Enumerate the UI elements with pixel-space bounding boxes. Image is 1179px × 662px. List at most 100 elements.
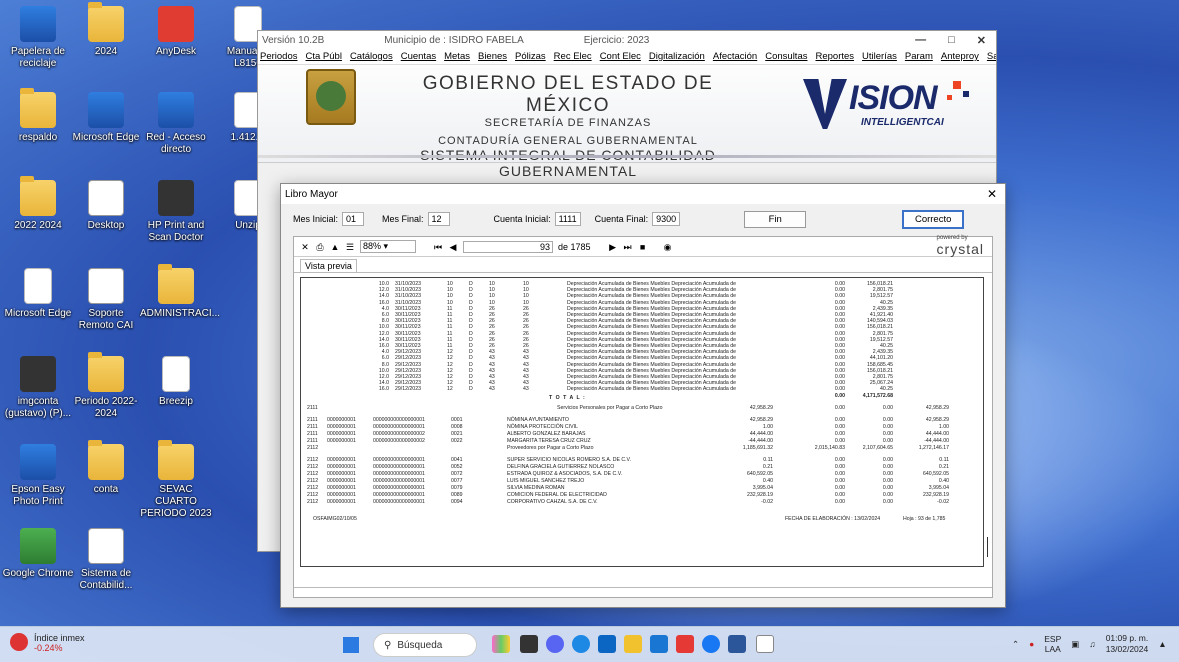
close-report-icon[interactable]: ✕: [300, 242, 310, 252]
desktop-icon[interactable]: respaldo: [2, 88, 74, 144]
desktop-icon[interactable]: HP Print and Scan Doctor: [140, 180, 212, 244]
first-page-icon[interactable]: ⏮: [433, 242, 443, 252]
viewer-status: [294, 587, 992, 597]
menu-item[interactable]: Rec Elec: [554, 51, 592, 62]
report-cell: 1.00: [762, 423, 773, 430]
file-explorer-icon[interactable]: [624, 635, 642, 653]
report-cell: 0.00: [834, 470, 845, 477]
report-cell: Depreciación Acumulada de Bienes Muebles…: [567, 374, 736, 380]
menu-item[interactable]: Digitalización: [649, 51, 705, 62]
app-titlebar: Versión 10.2B Municipio de : ISIDRO FABE…: [258, 31, 996, 49]
chat-icon[interactable]: [546, 635, 564, 653]
menu-item[interactable]: Catálogos: [350, 51, 393, 62]
menu-item[interactable]: Periodos: [260, 51, 298, 62]
report-cell: 2,107,604.65: [862, 444, 893, 451]
menu-item[interactable]: Cta Públ: [306, 51, 342, 62]
mail-icon[interactable]: [650, 635, 668, 653]
tab-vista-previa[interactable]: Vista previa: [300, 259, 357, 272]
maximize-icon[interactable]: □: [948, 34, 955, 47]
tree-toggle-icon[interactable]: ☰: [345, 242, 355, 252]
menu-item[interactable]: Cont Elec: [600, 51, 641, 62]
report-cell: 43: [523, 380, 529, 387]
page-number-field[interactable]: 93: [463, 240, 553, 253]
language-indicator[interactable]: ESP LAA: [1044, 634, 1061, 654]
report-cell: 0000000001: [327, 430, 356, 437]
menu-item[interactable]: Afectación: [713, 51, 757, 62]
cuenta-inicial-field[interactable]: 1111: [554, 212, 581, 226]
menu-item[interactable]: Anteproy: [941, 51, 979, 62]
last-page-icon[interactable]: ⏭: [623, 242, 633, 252]
wifi-icon[interactable]: ▣: [1071, 639, 1079, 650]
chevron-up-icon[interactable]: ⌃: [1012, 639, 1019, 650]
taskbar-search[interactable]: ⚲ Búsqueda: [373, 633, 477, 657]
desktop-icon[interactable]: conta: [70, 440, 142, 496]
zoom-select[interactable]: 88% ▾: [360, 240, 416, 253]
menu-item[interactable]: Consultas: [765, 51, 807, 62]
minimize-icon[interactable]: —: [915, 34, 926, 47]
notification-bell-icon[interactable]: ▲: [1158, 639, 1166, 649]
desktop-icon[interactable]: Soporte Remoto CAI: [70, 268, 142, 332]
close-icon[interactable]: ✕: [977, 34, 986, 47]
desktop-icon[interactable]: Sistema de Contabilid...: [70, 528, 142, 592]
copilot-icon[interactable]: [492, 635, 510, 653]
desktop-icon[interactable]: Periodo 2022-2024: [70, 352, 142, 420]
desktop-icon[interactable]: Papelera de reciclaje: [2, 6, 74, 70]
export-icon[interactable]: ▲: [330, 242, 340, 252]
vision-app-icon[interactable]: [756, 635, 774, 653]
desktop-icon[interactable]: Desktop: [70, 180, 142, 232]
menu-item[interactable]: Cuentas: [401, 51, 436, 62]
search-binoculars-icon[interactable]: ◉: [663, 242, 673, 252]
report-cell: 2,439.35: [872, 305, 893, 312]
desktop-icon[interactable]: Epson Easy Photo Print: [2, 444, 74, 508]
fin-button[interactable]: Fin: [744, 210, 807, 228]
report-cell: 0.00: [834, 416, 845, 423]
report-viewer: ✕ ⎙ ▲ ☰ 88% ▾ ⏮ ◀ 93 de 1785 ▶ ⏭ ■ ◉ pow…: [293, 235, 993, 598]
desktop-icon[interactable]: Breezip: [140, 356, 212, 408]
header-sec: SECRETARÍA DE FINANZAS: [484, 117, 652, 129]
desktop-icon[interactable]: Google Chrome: [2, 528, 74, 580]
word-icon[interactable]: [728, 635, 746, 653]
desktop-icon[interactable]: ADMINISTRACI...: [140, 264, 220, 320]
cuenta-final-field[interactable]: 9300: [652, 212, 681, 226]
mes-final-field[interactable]: 12: [427, 212, 450, 226]
close-icon[interactable]: ✕: [987, 187, 1005, 201]
stocks-widget[interactable]: Índice inmex -0.24%: [10, 633, 85, 653]
report-cell: 43: [489, 349, 495, 356]
menu-item[interactable]: Param: [905, 51, 933, 62]
mes-inicial-label: Mes Inicial:: [293, 214, 339, 224]
desktop-icon[interactable]: 2024: [70, 2, 142, 58]
menu-item[interactable]: Utilerías: [862, 51, 897, 62]
menu-item[interactable]: Metas: [444, 51, 470, 62]
desktop-icon[interactable]: Red - Acceso directo: [140, 92, 212, 156]
correcto-button[interactable]: Correcto: [902, 209, 965, 229]
network-tray-icon[interactable]: ●: [1029, 639, 1034, 649]
menu-item[interactable]: Pólizas: [515, 51, 546, 62]
volume-icon[interactable]: ♫: [1089, 639, 1095, 649]
prev-page-icon[interactable]: ◀: [448, 242, 458, 252]
next-page-icon[interactable]: ▶: [608, 242, 618, 252]
menu-item[interactable]: Reportes: [815, 51, 854, 62]
report-cell: 2,439.35: [872, 349, 893, 356]
report-cell: 14.0: [378, 380, 389, 387]
store-icon[interactable]: [598, 635, 616, 653]
edge-icon[interactable]: [572, 635, 590, 653]
clock[interactable]: 01:09 p. m. 13/02/2024: [1106, 633, 1149, 655]
desktop-icon[interactable]: SEVAC CUARTO PERIODO 2023: [140, 440, 212, 520]
desktop-icon[interactable]: Microsoft Edge: [70, 92, 142, 144]
youtube-icon[interactable]: [676, 635, 694, 653]
print-icon[interactable]: ⎙: [315, 242, 325, 252]
report-cell: FECHA DE ELABORACIÓN : 13/02/2024: [785, 515, 881, 522]
task-view-icon[interactable]: [520, 635, 538, 653]
mes-inicial-field[interactable]: 01: [342, 212, 365, 226]
facebook-icon[interactable]: [702, 635, 720, 653]
desktop-icon[interactable]: 2022 2024: [2, 176, 74, 232]
desktop-icon[interactable]: imgconta (gustavo) (P)...: [2, 356, 74, 420]
start-button[interactable]: [343, 637, 359, 653]
desktop-icon[interactable]: Microsoft Edge: [2, 268, 74, 320]
scroll-marker[interactable]: [987, 537, 988, 557]
report-cell: ESTRADA QUIROZ & ASOCIADOS, S.A. DE C.V.: [507, 470, 623, 477]
desktop-icon[interactable]: AnyDesk: [140, 6, 212, 58]
menu-item[interactable]: Salir: [987, 51, 996, 62]
menu-item[interactable]: Bienes: [478, 51, 507, 62]
stop-icon[interactable]: ■: [638, 242, 648, 252]
